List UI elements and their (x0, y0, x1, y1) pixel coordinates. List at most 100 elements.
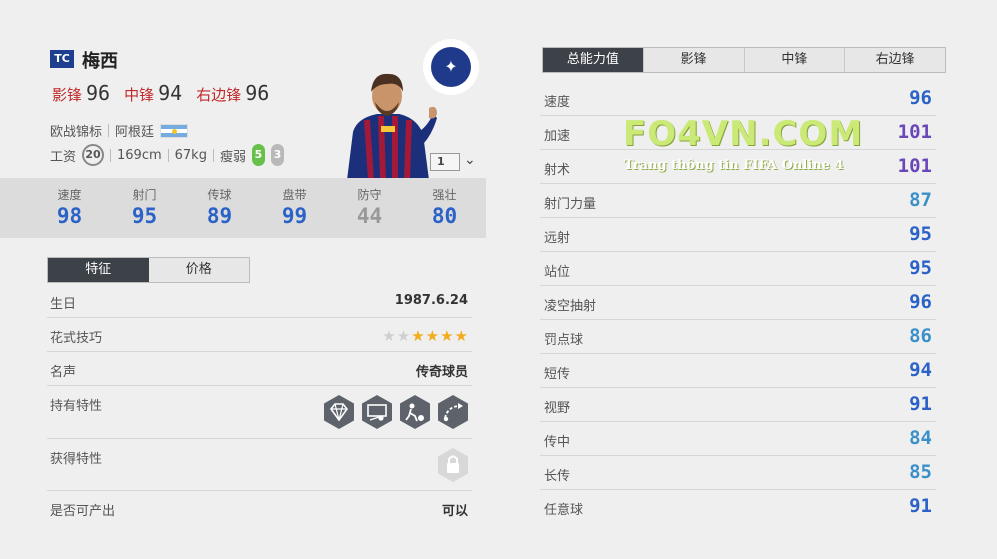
attribute-tabs: 总能力值 影锋 中锋 右边锋 (542, 47, 946, 73)
main-stat: 防守 44 (332, 178, 407, 238)
stat-value: 44 (356, 204, 383, 228)
main-stat: 传球 89 (182, 178, 257, 238)
attribute-value: 101 (897, 121, 932, 143)
stat-label: 防守 (357, 188, 382, 202)
position-value: 94 (158, 81, 183, 105)
divider (212, 148, 214, 162)
tab-overall[interactable]: 总能力值 (543, 48, 643, 72)
dribble-trait-icon[interactable] (398, 394, 432, 430)
attribute-value: 91 (909, 495, 932, 517)
watermark-logo: FO4VN.COM (623, 114, 864, 154)
info-row-skill: 花式技巧 ★★★★★★ (47, 318, 472, 352)
tab-price[interactable]: 价格 (148, 258, 249, 282)
attribute-value: 96 (909, 87, 932, 109)
birthday-value: 1987.6.24 (394, 293, 468, 308)
attribute-name: 长传 (544, 469, 571, 484)
height: 169cm (117, 147, 162, 163)
attribute-name: 罚点球 (544, 333, 584, 348)
tradable-value: 可以 (441, 504, 468, 519)
attribute-value: 84 (909, 427, 932, 449)
attribute-value: 95 (909, 223, 932, 245)
main-stats-band: 速度 98 射门 95 传球 89 盘带 99 防守 44 强壮 80 (0, 178, 486, 238)
star-empty-icon: ★ (396, 327, 412, 345)
position-label: 右边锋 (196, 86, 242, 104)
skill-moves-badge: 3 (270, 144, 284, 166)
attribute-name: 射门力量 (544, 197, 597, 212)
info-list: 生日 1987.6.24 花式技巧 ★★★★★★ 名声 传奇球员 持有特性 获得… (47, 284, 472, 525)
attribute-row: 短传 94 (540, 354, 936, 388)
position-label: 影锋 (52, 86, 83, 104)
attribute-row: 罚点球 86 (540, 320, 936, 354)
main-stat: 强壮 80 (407, 178, 482, 238)
attribute-name: 站位 (544, 265, 571, 280)
attribute-name: 远射 (544, 231, 571, 246)
league-nation-row: 欧战锦标 阿根廷 (50, 121, 189, 140)
attribute-name: 视野 (544, 401, 571, 416)
goal-trait-icon[interactable] (360, 394, 394, 430)
season-badge: TC (50, 50, 74, 68)
attribute-value: 86 (909, 325, 932, 347)
attribute-value: 85 (909, 461, 932, 483)
tab-rw[interactable]: 右边锋 (844, 48, 945, 72)
nation-name: 阿根廷 (115, 125, 155, 140)
weak-foot-badge: 5 (251, 144, 265, 166)
info-row-traits: 持有特性 (47, 386, 472, 439)
lock-icon (438, 448, 468, 482)
wage-label: 工资 (50, 149, 77, 165)
attribute-name: 射术 (544, 163, 571, 178)
divider (167, 148, 169, 162)
stat-value: 99 (281, 204, 308, 228)
stat-value: 80 (431, 204, 458, 228)
attribute-value: 87 (909, 189, 932, 211)
position-value: 96 (245, 81, 270, 105)
stat-label: 强壮 (432, 188, 457, 202)
stat-label: 射门 (132, 188, 157, 202)
tab-traits[interactable]: 特征 (48, 258, 149, 282)
attribute-row: 凌空抽射 96 (540, 286, 936, 320)
attribute-row: 速度 96 (540, 82, 936, 116)
player-name: 梅西 (82, 51, 118, 72)
info-row-tradable: 是否可产出 可以 (47, 491, 472, 525)
attribute-value: 95 (909, 257, 932, 279)
attribute-row: 站位 95 (540, 252, 936, 286)
attribute-row: 长传 85 (540, 456, 936, 490)
body-type: 瘦弱 (219, 149, 246, 165)
info-tabs: 特征 价格 (47, 257, 250, 283)
divider (110, 148, 112, 162)
attribute-name: 短传 (544, 367, 571, 382)
tab-st[interactable]: 中锋 (743, 48, 845, 72)
trait-icons (322, 394, 470, 430)
attribute-value: 96 (909, 291, 932, 313)
info-label: 是否可产出 (50, 504, 116, 519)
info-row-birthday: 生日 1987.6.24 (47, 284, 472, 318)
stat-label: 传球 (207, 188, 232, 202)
stat-value: 95 (131, 204, 158, 228)
wage-badge: 20 (82, 144, 105, 166)
info-row-fame: 名声 传奇球员 (47, 352, 472, 386)
info-label: 名声 (50, 365, 77, 380)
star-filled-icon: ★ (425, 327, 441, 345)
stat-label: 速度 (57, 188, 82, 202)
chevron-down-icon[interactable]: ⌄ (464, 152, 476, 168)
pass-trait-icon[interactable] (436, 394, 470, 430)
info-label: 花式技巧 (50, 331, 103, 346)
info-label: 获得特性 (50, 452, 103, 467)
diamond-trait-icon[interactable] (322, 394, 356, 430)
info-label: 持有特性 (50, 399, 103, 414)
divider (108, 124, 110, 137)
attribute-value: 101 (897, 155, 932, 177)
watermark-tagline: Trang thông tin FIFA Online 4 (624, 158, 844, 173)
attribute-name: 任意球 (544, 503, 584, 518)
tab-cf[interactable]: 影锋 (642, 48, 744, 72)
player-photo (347, 73, 437, 180)
position-ratings: 影锋 96 中锋 94 右边锋 96 (52, 81, 269, 105)
skill-stars: ★★★★★★ (382, 327, 469, 345)
level-select[interactable]: 1 (430, 153, 460, 171)
star-empty-icon: ★ (382, 327, 397, 345)
position-rating: 影锋 96 (52, 81, 110, 105)
stat-value: 89 (206, 204, 233, 228)
attribute-value: 94 (909, 359, 932, 381)
attribute-name: 加速 (544, 129, 571, 144)
position-rating: 中锋 94 (124, 81, 182, 105)
position-value: 96 (86, 81, 111, 105)
